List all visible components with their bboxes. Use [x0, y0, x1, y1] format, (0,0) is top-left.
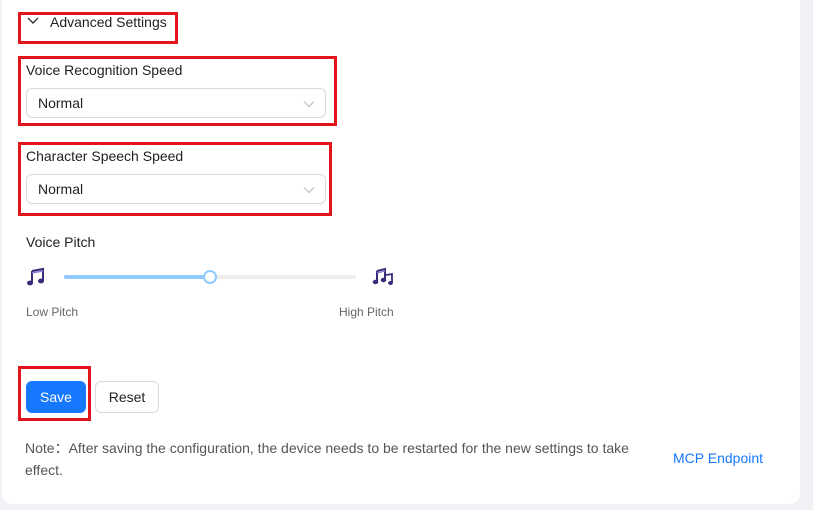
voice-pitch-slider[interactable] — [64, 270, 356, 284]
music-note-icon — [26, 267, 46, 292]
voice-pitch-label: Voice Pitch — [26, 234, 96, 250]
highlight-box — [18, 366, 91, 421]
highlight-box — [18, 12, 178, 44]
high-pitch-label: High Pitch — [339, 305, 394, 319]
slider-fill — [64, 275, 210, 279]
mcp-endpoint-link[interactable]: MCP Endpoint — [673, 450, 763, 466]
highlight-box — [18, 56, 337, 126]
slider-handle[interactable] — [203, 270, 217, 284]
reset-button[interactable]: Reset — [95, 381, 159, 413]
low-pitch-label: Low Pitch — [26, 305, 79, 319]
music-notes-icon — [372, 266, 394, 293]
restart-note: Note：After saving the configuration, the… — [25, 440, 629, 478]
highlight-box — [18, 142, 332, 216]
